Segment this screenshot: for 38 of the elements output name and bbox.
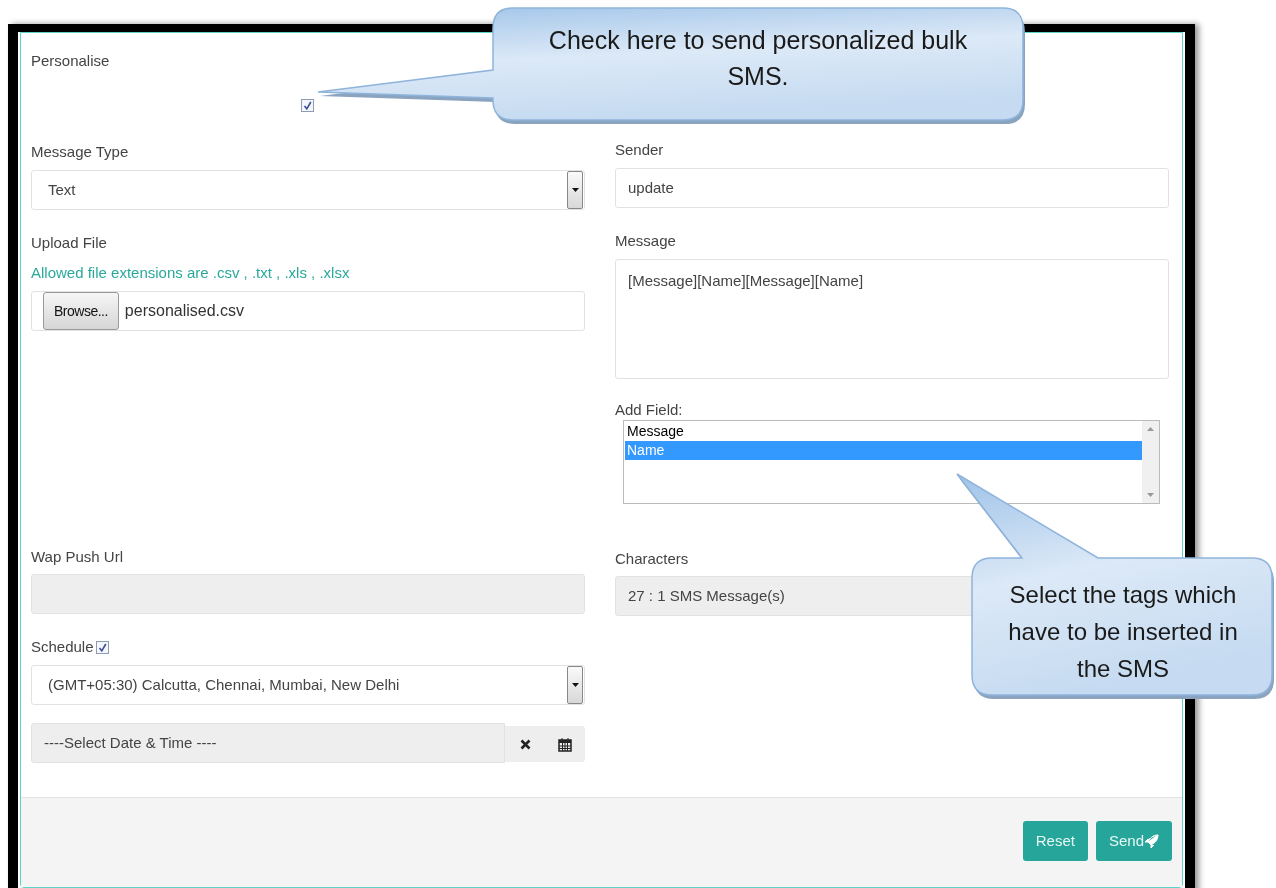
dropdown[interactable]: Text <box>31 170 585 210</box>
field-label: Message Type <box>31 142 130 162</box>
field-label: Upload File <box>31 233 108 253</box>
tooltip-text: Check here to send personalized bulk SMS. <box>547 25 969 92</box>
field-label: Sender <box>615 140 665 160</box>
dropdown-value: Text <box>48 179 76 200</box>
file-name: personalised.csv <box>124 301 245 321</box>
dropdown-value: (GMT+05:30) Calcutta, Chennai, Mumbai, New Delhi <box>48 674 400 695</box>
scrollbar[interactable] <box>1142 421 1159 503</box>
sender-field[interactable]: update <box>615 168 1169 208</box>
tag-listbox[interactable]: Message Name <box>623 420 1160 504</box>
file-input[interactable]: Browse... personalised.csv <box>31 291 585 331</box>
caret-icon <box>571 683 579 687</box>
scroll-up-icon <box>1147 427 1154 431</box>
url-field[interactable] <box>31 574 585 614</box>
checkbox[interactable] <box>95 640 109 654</box>
field-label: Schedule <box>31 636 94 657</box>
field-label: Personalise <box>31 51 111 71</box>
check-icon <box>303 101 312 110</box>
check-icon <box>97 642 107 652</box>
calendar-icon <box>558 736 572 752</box>
list-option[interactable]: Message <box>625 422 1142 441</box>
dropdown-arrow-button[interactable] <box>567 171 583 209</box>
help-text: Allowed file extensions are .csv , .txt , .xls , .xlsx <box>31 263 351 283</box>
browse-button[interactable]: Browse... <box>43 292 119 330</box>
rocket-icon <box>1144 833 1159 849</box>
field-label: Characters <box>615 549 690 569</box>
date-time-field[interactable]: ----Select Date & Time ---- <box>31 723 505 763</box>
scroll-down-icon <box>1147 493 1154 497</box>
message-textarea[interactable]: [Message][Name][Message][Name] <box>615 259 1169 379</box>
dropdown[interactable]: (GMT+05:30) Calcutta, Chennai, Mumbai, New Delhi <box>31 665 585 705</box>
field-label: Wap Push Url <box>31 547 124 567</box>
checkbox[interactable] <box>301 99 314 112</box>
field-label: Add Field: <box>615 400 684 420</box>
close-icon <box>519 738 531 750</box>
caret-icon <box>571 188 579 192</box>
dropdown-arrow-button[interactable] <box>567 666 583 704</box>
field-label: Message <box>615 231 677 251</box>
